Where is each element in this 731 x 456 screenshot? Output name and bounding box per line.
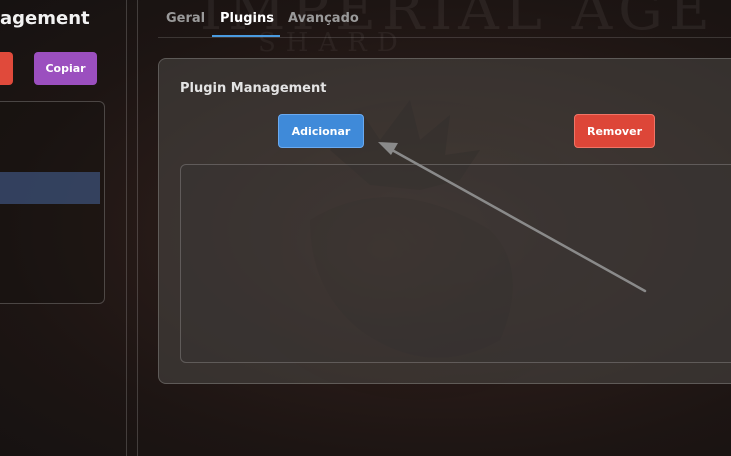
plugin-management-title: Plugin Management — [180, 81, 327, 96]
tab-bar-divider — [158, 37, 731, 38]
add-plugin-button[interactable]: Adicionar — [278, 114, 364, 148]
tab-bar: Geral Plugins Avançado — [158, 0, 731, 38]
tab-plugins[interactable]: Plugins — [220, 11, 274, 26]
panel-divider — [126, 0, 127, 456]
tab-avancado[interactable]: Avançado — [288, 11, 359, 26]
left-red-button[interactable] — [0, 52, 13, 85]
left-list[interactable] — [0, 101, 105, 304]
remove-plugin-button[interactable]: Remover — [574, 114, 655, 148]
copy-button[interactable]: Copiar — [34, 52, 97, 85]
panel-divider-inner — [137, 0, 138, 456]
plugin-list[interactable] — [180, 164, 731, 363]
left-list-selected-item[interactable] — [0, 172, 100, 204]
left-panel-title: agement — [0, 8, 90, 29]
tab-geral[interactable]: Geral — [166, 11, 205, 26]
left-panel: agement Copiar — [0, 0, 126, 456]
plugin-management-card: Plugin Management Adicionar Remover — [158, 58, 731, 384]
